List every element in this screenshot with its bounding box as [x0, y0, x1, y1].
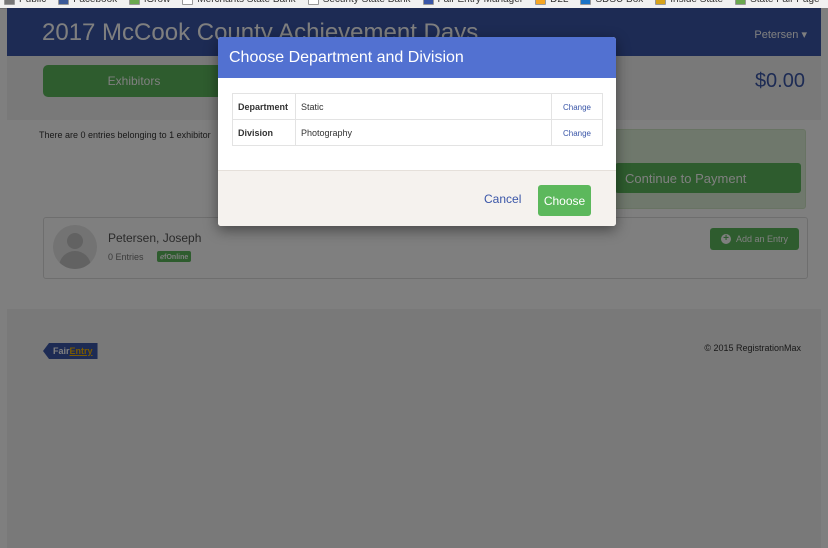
bookmark-label: Facebook	[73, 0, 117, 5]
department-value: Static	[295, 93, 552, 120]
bookmark-label: Public	[19, 0, 46, 5]
bookmark-item[interactable]: Merchants State Bank	[182, 0, 296, 5]
bookmark-item[interactable]: State Fair Page	[735, 0, 820, 5]
bookmark-label: State Fair Page	[750, 0, 819, 5]
table-row: Division Photography Change	[232, 119, 603, 146]
choose-button[interactable]: Choose	[538, 185, 591, 216]
department-label: Department	[232, 93, 296, 120]
bookmark-item[interactable]: D2L	[535, 0, 568, 5]
page-icon	[307, 0, 319, 5]
fe-icon	[422, 0, 434, 5]
facebook-icon	[58, 0, 70, 5]
inside-state-icon	[655, 0, 667, 5]
bookmark-item[interactable]: Facebook	[58, 0, 117, 5]
change-department-cell: Change	[551, 93, 603, 120]
selection-table: Department Static Change Division Photog…	[232, 93, 603, 146]
modal-footer: Cancel Choose	[218, 170, 616, 226]
bookmarks-list: Public Facebook iGrow Merchants State Bank S…	[4, 0, 828, 5]
change-division-cell: Change	[551, 119, 603, 146]
bookmark-label: Inside State	[670, 0, 723, 5]
state-fair-icon	[735, 0, 747, 5]
bookmark-label: SDSU Box	[595, 0, 643, 5]
bookmark-item[interactable]: SDSU Box	[580, 0, 643, 5]
modal-header: Choose Department and Division	[218, 37, 616, 78]
modal-title: Choose Department and Division	[229, 49, 464, 66]
d2l-icon	[535, 0, 547, 5]
division-value: Photography	[295, 119, 552, 146]
bookmark-label: Security State Bank	[323, 0, 411, 5]
change-department-link[interactable]: Change	[563, 103, 591, 112]
bookmark-label: iGrow	[144, 0, 170, 5]
bookmark-label: Merchants State Bank	[197, 0, 295, 5]
table-row: Department Static Change	[232, 93, 603, 120]
bookmark-item[interactable]: Inside State	[655, 0, 723, 5]
cancel-button[interactable]: Cancel	[484, 192, 521, 206]
bookmark-item[interactable]: Public	[4, 0, 46, 5]
box-icon	[580, 0, 592, 5]
cut-off-icon	[4, 0, 15, 5]
bookmark-label: D2L	[550, 0, 568, 5]
bookmark-label: Fair Entry Manager	[438, 0, 524, 5]
bookmark-item[interactable]: Security State Bank	[307, 0, 411, 5]
change-division-link[interactable]: Change	[563, 129, 591, 138]
choose-department-modal: Choose Department and Division Departmen…	[218, 37, 616, 226]
bookmark-item[interactable]: Fair Entry Manager	[422, 0, 524, 5]
page-icon	[182, 0, 194, 5]
bookmark-item[interactable]: iGrow	[129, 0, 170, 5]
igrow-icon	[129, 0, 141, 5]
division-label: Division	[232, 119, 296, 146]
